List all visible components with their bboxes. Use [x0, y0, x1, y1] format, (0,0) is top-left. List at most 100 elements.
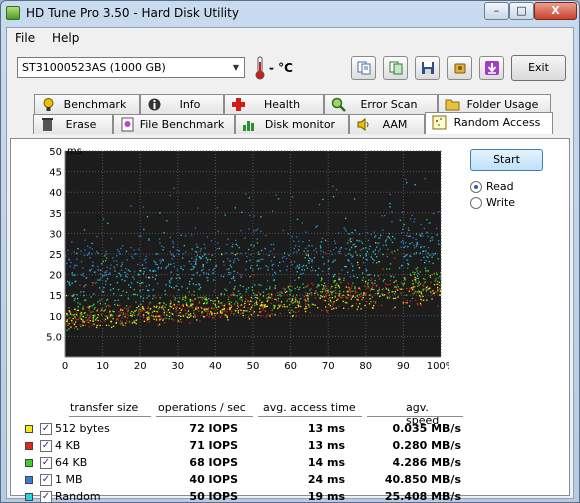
data-point	[239, 293, 241, 295]
y-tick-label: 35	[49, 209, 62, 220]
data-point	[116, 276, 118, 278]
data-point	[249, 259, 251, 262]
data-point	[125, 250, 128, 252]
series-checkbox[interactable]: ✓	[40, 423, 52, 435]
data-point	[225, 289, 228, 291]
menu-help[interactable]: Help	[52, 31, 79, 45]
write-radio[interactable]	[470, 197, 482, 209]
tab-health[interactable]: Health	[224, 94, 324, 114]
data-point	[190, 304, 192, 306]
data-point	[364, 285, 366, 287]
data-point	[201, 296, 204, 299]
data-point	[406, 267, 409, 269]
data-point	[247, 307, 249, 309]
close-button[interactable]: X	[534, 2, 577, 20]
data-point	[291, 285, 293, 288]
read-option[interactable]: Read	[470, 180, 514, 196]
tab-folder-usage[interactable]: Folder Usage	[438, 94, 551, 114]
tab-aam[interactable]: AAM	[349, 114, 425, 134]
data-point	[305, 231, 307, 233]
data-point	[117, 249, 119, 251]
data-point	[296, 294, 298, 296]
tab-error-scan[interactable]: Error Scan	[324, 94, 438, 114]
tab-benchmark[interactable]: Benchmark	[34, 94, 140, 114]
tab-file-benchmark[interactable]: File Benchmark	[113, 114, 235, 134]
data-point	[137, 313, 140, 315]
series-checkbox[interactable]: ✓	[40, 457, 52, 469]
exit-button[interactable]: Exit	[511, 55, 566, 81]
data-point	[126, 276, 128, 278]
series-checkbox[interactable]: ✓	[40, 474, 52, 486]
options-button[interactable]	[447, 56, 472, 80]
data-point	[342, 294, 344, 296]
data-point	[259, 293, 261, 295]
read-radio[interactable]	[470, 181, 482, 193]
data-point	[245, 193, 247, 195]
data-point	[373, 288, 375, 291]
copy-screenshot-button[interactable]	[383, 56, 408, 80]
data-point	[159, 315, 161, 317]
data-point	[191, 307, 194, 309]
data-point	[224, 214, 226, 216]
data-point	[424, 278, 426, 280]
data-point	[81, 313, 83, 315]
data-point	[74, 322, 76, 324]
data-point	[414, 279, 416, 281]
data-point	[378, 242, 380, 244]
data-point	[360, 308, 362, 310]
data-point	[422, 289, 424, 292]
data-point	[440, 282, 442, 284]
data-point	[141, 305, 144, 308]
data-point	[132, 276, 134, 278]
data-point	[180, 234, 182, 236]
data-point	[354, 287, 356, 289]
tab-disk-monitor[interactable]: Disk monitor	[235, 114, 349, 134]
data-point	[210, 310, 212, 313]
data-point	[154, 261, 156, 263]
write-option[interactable]: Write	[470, 196, 515, 212]
data-point	[371, 296, 373, 298]
drive-select[interactable]: ST31000523AS (1000 GB) ▼	[17, 57, 245, 78]
menu-file[interactable]: File	[15, 31, 35, 45]
data-point	[365, 281, 367, 283]
data-point	[237, 312, 239, 314]
tab-random-access[interactable]: Random Access	[425, 112, 553, 134]
data-point	[95, 319, 97, 321]
data-point	[356, 308, 358, 311]
data-point	[352, 295, 355, 297]
data-point	[358, 267, 361, 269]
minimize-button[interactable]: –	[484, 2, 509, 20]
data-point	[286, 265, 288, 268]
data-point	[432, 262, 434, 265]
series-checkbox[interactable]: ✓	[40, 440, 52, 452]
data-point	[406, 302, 408, 304]
data-point	[331, 253, 333, 256]
data-point	[308, 262, 310, 264]
title-bar[interactable]: HD Tune Pro 3.50 - Hard Disk Utility – □…	[1, 1, 579, 27]
maximize-button[interactable]: □	[509, 2, 534, 20]
tab-erase[interactable]: Erase	[33, 114, 113, 134]
data-point	[428, 247, 430, 249]
copy-info-button[interactable]	[351, 56, 376, 80]
data-point	[140, 303, 142, 305]
data-point	[74, 317, 77, 319]
data-point	[416, 291, 418, 293]
data-point	[298, 306, 300, 308]
data-point	[391, 241, 394, 244]
data-point	[227, 238, 229, 240]
save-button[interactable]	[415, 56, 440, 80]
start-button[interactable]: Start	[470, 149, 543, 171]
data-point	[293, 247, 295, 250]
data-point	[190, 263, 192, 265]
download-button[interactable]	[479, 56, 504, 80]
data-point	[330, 250, 332, 252]
data-point	[118, 251, 120, 253]
data-point	[324, 289, 326, 291]
data-point	[324, 291, 327, 293]
data-point	[291, 298, 294, 300]
series-checkbox[interactable]: ✓	[40, 491, 52, 502]
data-point	[171, 318, 173, 320]
tab-info[interactable]: Info	[140, 94, 224, 114]
transfer-size-label: Random	[55, 490, 101, 503]
data-point	[425, 269, 427, 272]
